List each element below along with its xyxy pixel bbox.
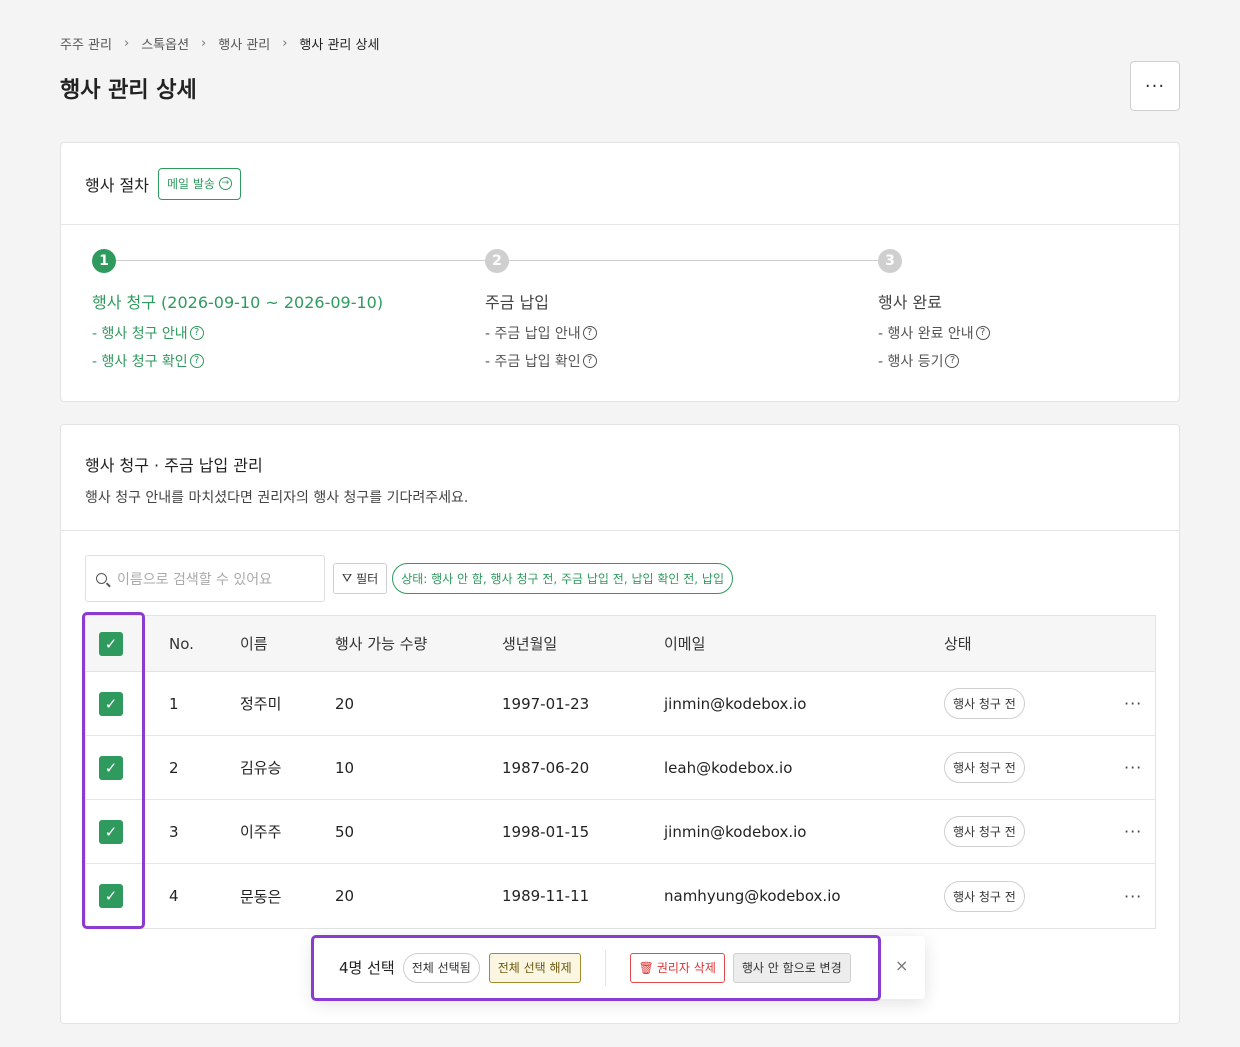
chevron-right-icon: › xyxy=(282,36,288,51)
checkbox-column-highlight xyxy=(82,612,145,929)
step-2: 2 주금 납입 - 주금 납입 안내? - 주금 납입 확인? xyxy=(485,249,845,371)
row-qty: 20 xyxy=(335,694,355,713)
step-number-3: 3 xyxy=(878,249,902,273)
table-toolbar: 이름으로 검색할 수 있어요 ⛛ 필터 상태: 행사 안 함, 행사 청구 전,… xyxy=(85,555,733,602)
row-more-button[interactable]: ··· xyxy=(1124,672,1142,735)
close-icon[interactable]: × xyxy=(895,956,908,975)
table-row[interactable]: ✓ 4 문동은 20 1989-11-11 namhyung@kodebox.i… xyxy=(86,864,1155,928)
step-name: 행사 완료 xyxy=(878,293,942,312)
management-header: 행사 청구 · 주금 납입 관리 행사 청구 안내를 마치셨다면 권리자의 행사… xyxy=(61,425,1179,531)
breadcrumb-item-shareholders[interactable]: 주주 관리 xyxy=(60,34,112,53)
management-description: 행사 청구 안내를 마치셨다면 권리자의 행사 청구를 기다려주세요. xyxy=(85,490,469,506)
breadcrumb-item-current: 행사 관리 상세 xyxy=(299,38,380,53)
filter-button[interactable]: ⛛ 필터 xyxy=(333,563,388,594)
row-status: 행사 청구 전 xyxy=(944,864,1025,928)
step-3: 3 행사 완료 - 행사 완료 안내? - 행사 등기? xyxy=(878,249,1238,371)
row-name: 정주미 xyxy=(240,695,282,713)
search-input[interactable]: 이름으로 검색할 수 있어요 xyxy=(85,555,325,602)
row-more-button[interactable]: ··· xyxy=(1124,864,1142,928)
row-status: 행사 청구 전 xyxy=(944,672,1025,735)
row-qty: 10 xyxy=(335,758,355,777)
row-birth: 1997-01-23 xyxy=(502,694,590,713)
column-header-qty: 행사 가능 수량 xyxy=(335,635,428,653)
chevron-right-icon: › xyxy=(123,36,130,51)
step-item: - 행사 청구 확인? xyxy=(92,351,452,371)
step-number-2: 2 xyxy=(485,249,509,273)
column-header-birth: 생년월일 xyxy=(502,635,558,653)
step-name: 주금 납입 xyxy=(485,293,549,312)
breadcrumb-item-stock-option[interactable]: 스톡옵션 xyxy=(141,34,189,53)
status-badge: 행사 청구 전 xyxy=(944,816,1025,847)
page-title: 행사 관리 상세 xyxy=(60,78,197,103)
row-more-button[interactable]: ··· xyxy=(1124,736,1142,799)
more-icon: ··· xyxy=(1144,75,1166,97)
chevron-right-icon: › xyxy=(201,36,207,51)
search-placeholder: 이름으로 검색할 수 있어요 xyxy=(117,571,273,588)
row-name: 이주주 xyxy=(240,823,282,841)
filter-label: 필터 xyxy=(356,572,379,586)
more-options-button[interactable]: ··· xyxy=(1130,61,1180,111)
procedure-steps: 1 행사 청구 (2026-09-10 ~ 2026-09-10) - 행사 청… xyxy=(61,225,1179,402)
help-icon[interactable]: ? xyxy=(582,354,597,368)
row-no: 3 xyxy=(169,822,179,841)
step-item: - 행사 완료 안내? xyxy=(878,323,1238,343)
row-no: 4 xyxy=(169,887,179,905)
status-badge: 행사 청구 전 xyxy=(944,880,1025,912)
table-row[interactable]: ✓ 3 이주주 50 1998-01-15 jinmin@kodebox.io … xyxy=(86,800,1155,864)
send-mail-button[interactable]: 메일 발송 → xyxy=(157,167,241,200)
management-title: 행사 청구 · 주금 납입 관리 xyxy=(85,456,263,475)
step-name: 행사 청구 (2026-09-10 ~ 2026-09-10) xyxy=(92,293,384,312)
row-name: 문동은 xyxy=(240,887,282,906)
help-icon[interactable]: ? xyxy=(189,326,204,340)
procedure-title: 행사 절차 xyxy=(85,175,149,195)
row-no: 2 xyxy=(169,758,179,777)
row-qty: 50 xyxy=(335,822,355,841)
row-status: 행사 청구 전 xyxy=(944,800,1025,863)
arrow-right-circle-icon: → xyxy=(218,177,232,190)
status-filter-chip[interactable]: 상태: 행사 안 함, 행사 청구 전, 주금 납입 전, 납입 확인 전, 납… xyxy=(392,563,733,594)
step-1: 1 행사 청구 (2026-09-10 ~ 2026-09-10) - 행사 청… xyxy=(92,249,452,371)
row-email: jinmin@kodebox.io xyxy=(664,822,807,841)
column-header-name: 이름 xyxy=(240,635,268,653)
help-icon[interactable]: ? xyxy=(189,354,204,368)
action-bar-highlight xyxy=(311,935,881,1001)
table-row[interactable]: ✓ 2 김유승 10 1987-06-20 leah@kodebox.io 행사… xyxy=(86,736,1155,800)
search-icon xyxy=(96,573,107,584)
row-name: 김유승 xyxy=(240,759,282,777)
procedure-header: 행사 절차 메일 발송 → xyxy=(61,143,1179,225)
step-item: - 주금 납입 확인? xyxy=(485,351,845,371)
row-no: 1 xyxy=(169,694,179,713)
row-qty: 20 xyxy=(335,887,355,905)
step-item: - 주금 납입 안내? xyxy=(485,323,845,343)
row-birth: 1998-01-15 xyxy=(502,822,590,841)
breadcrumb-item-exercise[interactable]: 행사 관리 xyxy=(218,34,270,53)
help-icon[interactable]: ? xyxy=(975,326,990,340)
row-status: 행사 청구 전 xyxy=(944,736,1025,799)
row-more-button[interactable]: ··· xyxy=(1124,800,1142,863)
status-badge: 행사 청구 전 xyxy=(944,752,1025,783)
status-badge: 행사 청구 전 xyxy=(944,688,1025,719)
step-number-1: 1 xyxy=(92,249,116,273)
filter-icon: ⛛ xyxy=(342,571,353,585)
send-mail-label: 메일 발송 xyxy=(166,177,215,191)
table-header: ✓ No. 이름 행사 가능 수량 생년월일 이메일 상태 xyxy=(86,616,1155,672)
management-card: 행사 청구 · 주금 납입 관리 행사 청구 안내를 마치셨다면 권리자의 행사… xyxy=(60,424,1180,1024)
holders-table: ✓ No. 이름 행사 가능 수량 생년월일 이메일 상태 ✓ 1 정주미 20… xyxy=(85,615,1156,929)
step-item: - 행사 청구 안내? xyxy=(92,323,452,343)
row-email: namhyung@kodebox.io xyxy=(664,887,841,905)
procedure-card: 행사 절차 메일 발송 → 1 행사 청구 (2026-09-10 ~ 2026… xyxy=(60,142,1180,402)
column-header-email: 이메일 xyxy=(664,635,706,653)
row-email: jinmin@kodebox.io xyxy=(664,694,807,713)
step-item: - 행사 등기? xyxy=(878,351,1238,371)
help-icon[interactable]: ? xyxy=(945,354,960,368)
help-icon[interactable]: ? xyxy=(582,326,597,340)
row-birth: 1989-11-11 xyxy=(502,887,590,905)
row-birth: 1987-06-20 xyxy=(502,758,590,777)
breadcrumb: 주주 관리 › 스톡옵션 › 행사 관리 › 행사 관리 상세 xyxy=(60,34,379,53)
column-header-status: 상태 xyxy=(944,635,972,653)
row-email: leah@kodebox.io xyxy=(664,758,793,777)
table-row[interactable]: ✓ 1 정주미 20 1997-01-23 jinmin@kodebox.io … xyxy=(86,672,1155,736)
column-header-no: No. xyxy=(169,634,194,653)
